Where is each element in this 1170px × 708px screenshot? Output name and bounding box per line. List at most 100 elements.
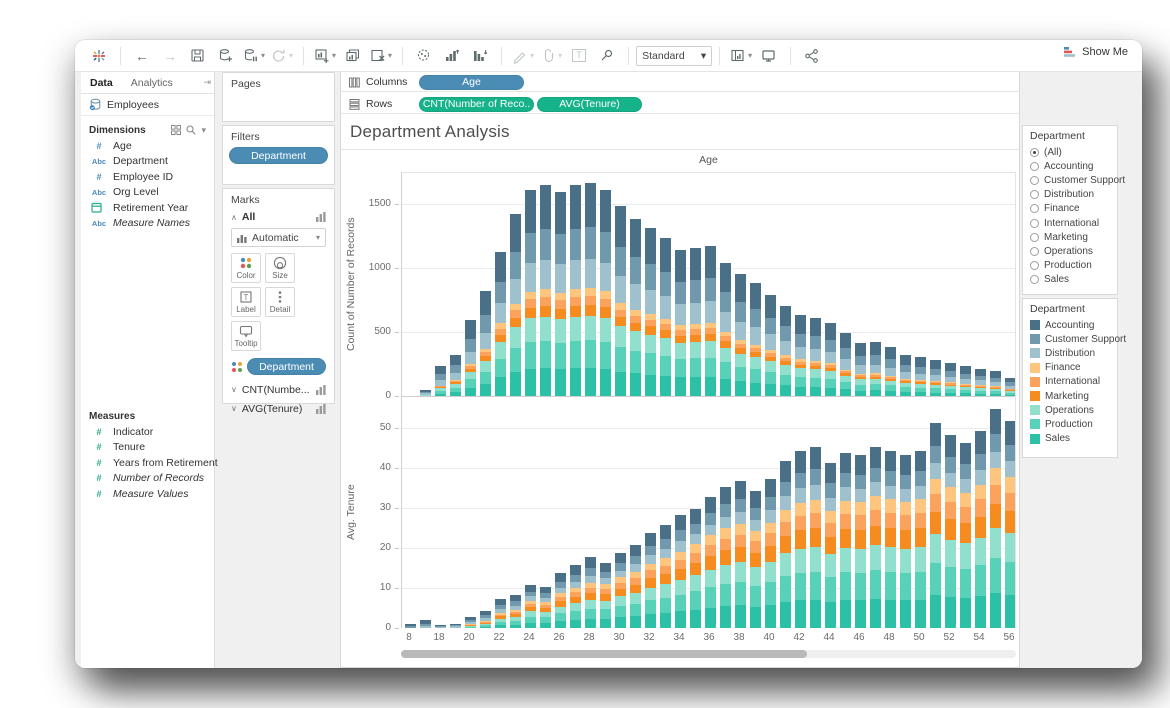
bar-segment-operations[interactable] (540, 317, 551, 341)
bar-segment-customer-support[interactable] (735, 302, 746, 322)
bar-segment-operations[interactable] (555, 607, 566, 614)
bar-segment-distribution[interactable] (990, 452, 1001, 469)
bar-segment-operations[interactable] (495, 342, 506, 358)
bar-segment-sales[interactable] (495, 377, 506, 397)
bar-segment-accounting[interactable] (600, 563, 611, 572)
bar-segment-distribution[interactable] (555, 264, 566, 292)
bar-segment-marketing[interactable] (600, 594, 611, 601)
bar-segment-distribution[interactable] (960, 479, 971, 493)
pane-toggle-icon[interactable]: ⇥ (203, 77, 211, 88)
bar-segment-customer-support[interactable] (810, 336, 821, 349)
bar-segment-international[interactable] (585, 296, 596, 305)
stacked-bar-age-45[interactable] (840, 333, 851, 397)
bar-segment-operations[interactable] (915, 547, 926, 572)
bar-segment-accounting[interactable] (840, 453, 851, 473)
bar-segment-sales[interactable] (735, 605, 746, 628)
bar-segment-customer-support[interactable] (810, 469, 821, 485)
stacked-bar-age-48[interactable] (885, 451, 896, 628)
bar-segment-production[interactable] (675, 595, 686, 612)
bar-segment-customer-support[interactable] (840, 473, 851, 487)
bar-segment-accounting[interactable] (840, 333, 851, 348)
bar-segment-production[interactable] (690, 358, 701, 377)
stacked-bar-age-55[interactable] (990, 409, 1001, 628)
bar-segment-accounting[interactable] (900, 455, 911, 475)
presentation-mode-icon[interactable] (758, 44, 780, 68)
bar-segment-sales[interactable] (690, 377, 701, 397)
bar-segment-customer-support[interactable] (945, 457, 956, 473)
bar-segment-accounting[interactable] (540, 185, 551, 229)
bar-segment-operations[interactable] (795, 368, 806, 377)
bar-segment-customer-support[interactable] (960, 464, 971, 479)
show-me-button[interactable]: Show Me (1064, 46, 1128, 58)
bar-segment-accounting[interactable] (975, 369, 986, 376)
bar-segment-marketing[interactable] (735, 547, 746, 562)
dimension-age[interactable]: #Age (81, 138, 214, 154)
bar-segment-accounting[interactable] (735, 481, 746, 499)
bar-segment-production[interactable] (540, 341, 551, 368)
bar-segment-distribution[interactable] (675, 541, 686, 551)
bar-segment-accounting[interactable] (720, 487, 731, 504)
bar-segment-customer-support[interactable] (870, 355, 881, 364)
legend-item-finance[interactable]: Finance (1023, 361, 1117, 375)
bar-segment-marketing[interactable] (570, 306, 581, 317)
bar-segment-customer-support[interactable] (1005, 445, 1016, 462)
bar-segment-international[interactable] (885, 513, 896, 528)
bar-segment-production[interactable] (585, 340, 596, 368)
bar-segment-international[interactable] (735, 535, 746, 547)
bar-segment-operations[interactable] (825, 371, 836, 379)
color-pill-department[interactable]: Department (247, 358, 326, 375)
bar-segment-operations[interactable] (870, 545, 881, 570)
horizontal-scrollbar[interactable] (401, 650, 1016, 658)
bar-segment-sales[interactable] (960, 598, 971, 628)
bar-segment-production[interactable] (840, 382, 851, 389)
bar-segment-accounting[interactable] (885, 451, 896, 471)
bar-segment-accounting[interactable] (690, 248, 701, 280)
tooltip-button[interactable]: Tooltip (231, 321, 261, 351)
bar-segment-customer-support[interactable] (600, 232, 611, 262)
stacked-bar-age-17[interactable] (420, 620, 431, 628)
bar-segment-marketing[interactable] (675, 569, 686, 580)
bar-segment-customer-support[interactable] (930, 446, 941, 463)
bar-segment-sales[interactable] (615, 617, 626, 628)
stacked-bar-age-34[interactable] (675, 250, 686, 397)
bar-segment-customer-support[interactable] (855, 475, 866, 489)
stacked-bar-age-48[interactable] (885, 347, 896, 397)
bar-segment-distribution[interactable] (690, 303, 701, 324)
bar-segment-finance[interactable] (855, 502, 866, 515)
bar-segment-production[interactable] (855, 573, 866, 600)
bar-segment-operations[interactable] (675, 343, 686, 359)
filter-option--all-[interactable]: (All) (1023, 145, 1117, 159)
bar-segment-production[interactable] (495, 359, 506, 378)
bar-segment-distribution[interactable] (450, 373, 461, 380)
bar-segment-customer-support[interactable] (720, 292, 731, 312)
shelf-pill-avg-tenure-[interactable]: AVG(Tenure) (537, 97, 642, 112)
bar-segment-customer-support[interactable] (915, 367, 926, 374)
redo-icon[interactable]: → (159, 44, 181, 68)
bar-segment-distribution[interactable] (465, 352, 476, 364)
stacked-bar-age-49[interactable] (900, 455, 911, 628)
stacked-bar-age-32[interactable] (645, 533, 656, 628)
bar-segment-distribution[interactable] (570, 260, 581, 289)
tableau-logo[interactable] (88, 44, 110, 68)
bar-segment-distribution[interactable] (795, 488, 806, 502)
bar-segment-accounting[interactable] (570, 185, 581, 229)
bar-segment-production[interactable] (660, 598, 671, 613)
bar-segment-operations[interactable] (645, 335, 656, 354)
stacked-bar-age-22[interactable] (495, 599, 506, 628)
bar-segment-accounting[interactable] (480, 291, 491, 316)
bar-segment-sales[interactable] (570, 620, 581, 628)
bar-segment-distribution[interactable] (870, 482, 881, 496)
color-encoding-row[interactable]: Department (223, 353, 334, 380)
bar-segment-sales[interactable] (645, 614, 656, 628)
filter-pill-department[interactable]: Department (229, 147, 328, 164)
bar-segment-sales[interactable] (1005, 595, 1016, 628)
bar-segment-sales[interactable] (585, 368, 596, 397)
bar-segment-operations[interactable] (600, 601, 611, 610)
bar-segment-operations[interactable] (690, 575, 701, 591)
bar-segment-operations[interactable] (810, 547, 821, 572)
bar-segment-accounting[interactable] (765, 479, 776, 497)
bar-segment-operations[interactable] (630, 593, 641, 604)
bar-segment-sales[interactable] (600, 619, 611, 628)
bar-segment-marketing[interactable] (585, 305, 596, 316)
bar-segment-international[interactable] (1005, 493, 1016, 511)
